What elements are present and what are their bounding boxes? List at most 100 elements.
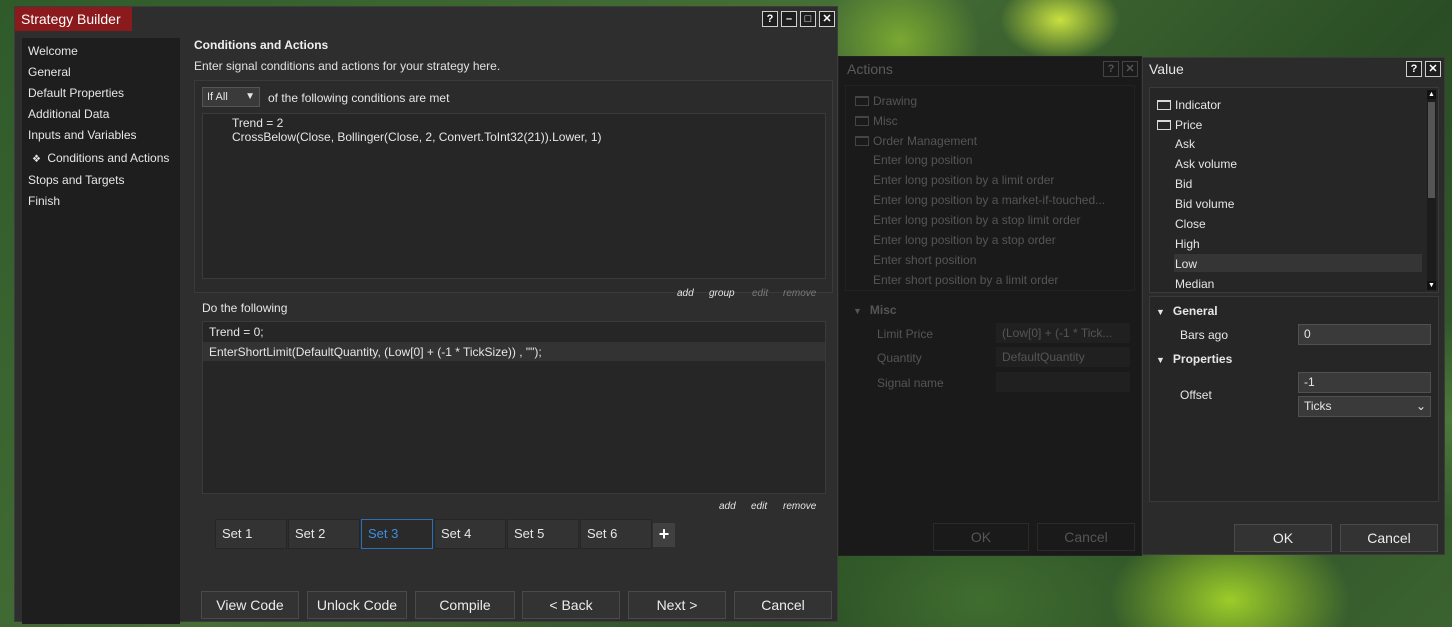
- tree-item[interactable]: Enter long position by a stop limit orde…: [873, 213, 1080, 227]
- tab-set-2[interactable]: Set 2: [288, 519, 360, 549]
- limit-price-field[interactable]: (Low[0] + (-1 * Tick...: [996, 323, 1130, 343]
- do-following-label: Do the following: [202, 301, 288, 315]
- actions-tree: Drawing Misc Order Management Enter long…: [845, 85, 1135, 291]
- action-item[interactable]: Trend = 0;: [209, 325, 264, 339]
- tree-folder-drawing[interactable]: Drawing: [855, 94, 917, 108]
- nav-item-conditions-actions[interactable]: ❖ Conditions and Actions: [32, 151, 169, 165]
- scroll-down-icon[interactable]: ▼: [1427, 281, 1436, 290]
- nav-item-welcome[interactable]: Welcome: [28, 44, 78, 58]
- view-code-button[interactable]: View Code: [201, 591, 299, 619]
- tree-item-bid[interactable]: Bid: [1175, 177, 1192, 191]
- strategy-builder-window: Strategy Builder ? – □ ✕ Welcome General…: [14, 6, 838, 624]
- action-remove-link[interactable]: remove: [783, 501, 816, 512]
- nav-item-label: Conditions and Actions: [47, 151, 170, 165]
- cancel-button[interactable]: Cancel: [1037, 523, 1135, 551]
- next-button[interactable]: Next >: [628, 591, 726, 619]
- triangle-down-icon: ▼: [1156, 355, 1165, 365]
- offset-input[interactable]: -1: [1298, 372, 1431, 393]
- close-button[interactable]: ✕: [819, 11, 835, 27]
- ok-button[interactable]: OK: [933, 523, 1029, 551]
- nav-item-general[interactable]: General: [28, 65, 71, 79]
- tree-item[interactable]: Enter long position: [873, 153, 972, 167]
- tree-item-high[interactable]: High: [1175, 237, 1200, 251]
- actions-list: Trend = 0; EnterShortLimit(DefaultQuanti…: [202, 321, 826, 494]
- condition-edit-link[interactable]: edit: [752, 288, 768, 299]
- properties-section-header[interactable]: ▼ Properties: [1156, 352, 1232, 366]
- condition-item[interactable]: CrossBelow(Close, Bollinger(Close, 2, Co…: [232, 130, 602, 144]
- tree-item[interactable]: Enter long position by a limit order: [873, 173, 1054, 187]
- cancel-button[interactable]: Cancel: [1340, 524, 1438, 552]
- folder-icon: [855, 136, 869, 146]
- add-set-button[interactable]: +: [653, 523, 675, 547]
- section-subtitle: Enter signal conditions and actions for …: [194, 59, 501, 73]
- ok-button[interactable]: OK: [1234, 524, 1332, 552]
- close-button[interactable]: ✕: [1122, 61, 1138, 77]
- tree-item-median[interactable]: Median: [1175, 277, 1214, 291]
- misc-section-header: ▼ Misc: [853, 303, 897, 317]
- back-button[interactable]: < Back: [522, 591, 620, 619]
- quantity-field[interactable]: DefaultQuantity: [996, 347, 1130, 367]
- signal-name-field[interactable]: [996, 372, 1130, 392]
- nav-item-inputs-variables[interactable]: Inputs and Variables: [28, 128, 137, 142]
- tree-item[interactable]: Enter short position: [873, 253, 976, 267]
- cancel-button[interactable]: Cancel: [734, 591, 832, 619]
- bars-ago-label: Bars ago: [1180, 328, 1229, 342]
- scroll-up-icon[interactable]: ▲: [1427, 90, 1436, 99]
- general-section-header[interactable]: ▼ General: [1156, 304, 1218, 318]
- value-dialog-title: Value: [1149, 61, 1184, 77]
- help-button[interactable]: ?: [1103, 61, 1119, 77]
- nav-item-stops-targets[interactable]: Stops and Targets: [28, 173, 125, 187]
- tree-item-bid-volume[interactable]: Bid volume: [1175, 197, 1234, 211]
- tab-set-3[interactable]: Set 3: [361, 519, 433, 549]
- condition-item[interactable]: Trend = 2: [232, 116, 283, 130]
- maximize-button[interactable]: □: [800, 11, 816, 27]
- offset-unit-select[interactable]: Ticks ⌄: [1298, 396, 1431, 417]
- condition-mode-value: If All: [207, 91, 228, 103]
- scrollbar-thumb[interactable]: [1428, 102, 1435, 198]
- conditions-panel: If All ▼ of the following conditions are…: [194, 80, 833, 299]
- unlock-code-button[interactable]: Unlock Code: [307, 591, 407, 619]
- action-edit-link[interactable]: edit: [751, 501, 767, 512]
- active-marker-icon: ❖: [32, 154, 41, 165]
- tree-item[interactable]: Enter long position by a market-if-touch…: [873, 193, 1105, 207]
- tree-item[interactable]: Enter long position by a stop order: [873, 233, 1056, 247]
- tree-item[interactable]: Enter short position by a limit order: [873, 273, 1058, 287]
- tree-folder-order-management[interactable]: Order Management: [855, 134, 977, 148]
- condition-add-link[interactable]: add: [677, 288, 694, 299]
- selected-row-highlight: [1174, 254, 1422, 272]
- wizard-nav: Welcome General Default Properties Addit…: [22, 38, 180, 624]
- folder-icon: [855, 116, 869, 126]
- help-button[interactable]: ?: [762, 11, 778, 27]
- tree-folder-indicator[interactable]: Indicator: [1157, 98, 1221, 112]
- nav-item-additional-data[interactable]: Additional Data: [28, 107, 109, 121]
- compile-button[interactable]: Compile: [415, 591, 515, 619]
- tree-item-close[interactable]: Close: [1175, 217, 1206, 231]
- help-button[interactable]: ?: [1406, 61, 1422, 77]
- tree-folder-price[interactable]: Price: [1157, 118, 1202, 132]
- action-item-selected[interactable]: EnterShortLimit(DefaultQuantity, (Low[0]…: [209, 345, 542, 359]
- condition-remove-link[interactable]: remove: [783, 288, 816, 299]
- condition-mode-suffix: of the following conditions are met: [268, 91, 450, 105]
- tab-set-1[interactable]: Set 1: [215, 519, 287, 549]
- tab-set-5[interactable]: Set 5: [507, 519, 579, 549]
- tree-item-low[interactable]: Low: [1175, 257, 1197, 271]
- action-add-link[interactable]: add: [719, 501, 736, 512]
- tree-scrollbar[interactable]: ▲ ▼: [1427, 90, 1436, 290]
- close-button[interactable]: ✕: [1425, 61, 1441, 77]
- nav-item-finish[interactable]: Finish: [28, 194, 60, 208]
- condition-group-link[interactable]: group: [709, 288, 735, 299]
- tab-set-4[interactable]: Set 4: [434, 519, 506, 549]
- tab-set-6[interactable]: Set 6: [580, 519, 652, 549]
- tree-folder-misc[interactable]: Misc: [855, 114, 898, 128]
- condition-mode-select[interactable]: If All ▼: [202, 87, 260, 107]
- chevron-down-icon: ⌄: [1415, 399, 1426, 413]
- tree-item-ask-volume[interactable]: Ask volume: [1175, 157, 1237, 171]
- tree-item-ask[interactable]: Ask: [1175, 137, 1195, 151]
- minimize-button[interactable]: –: [781, 11, 797, 27]
- folder-icon: [1157, 100, 1171, 110]
- bars-ago-input[interactable]: 0: [1298, 324, 1431, 345]
- prop-label: Signal name: [877, 376, 944, 390]
- nav-item-default-properties[interactable]: Default Properties: [28, 86, 124, 100]
- prop-label: Quantity: [877, 351, 922, 365]
- chevron-down-icon: ▼: [245, 91, 255, 102]
